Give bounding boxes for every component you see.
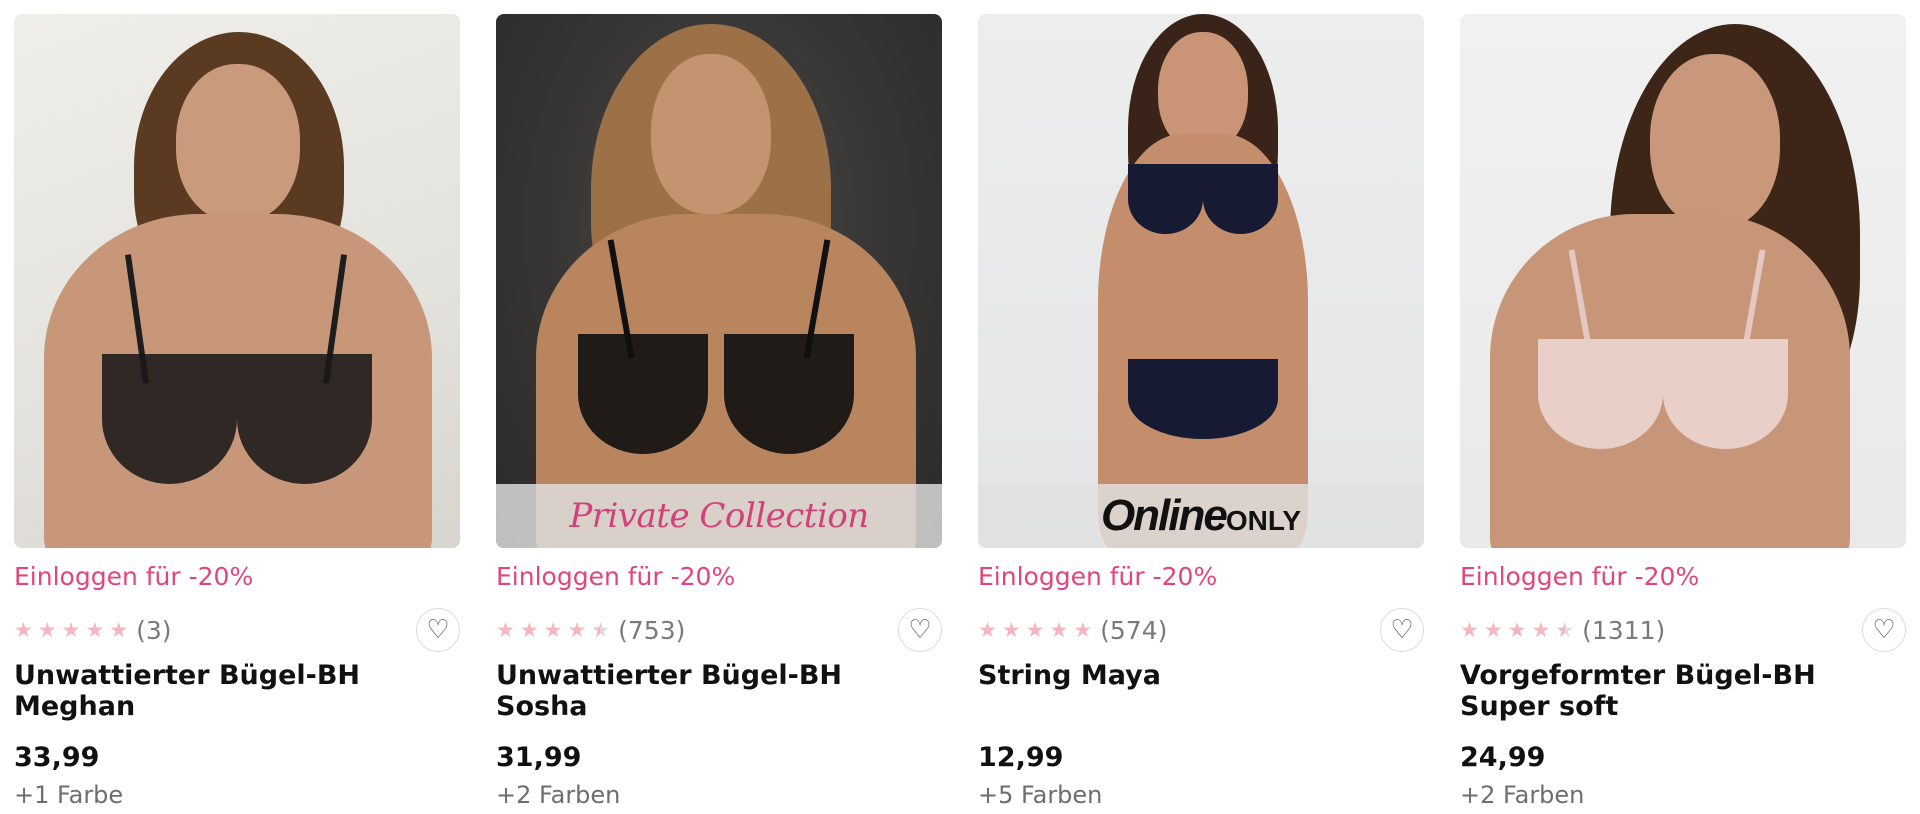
product-name[interactable]: String Maya: [978, 660, 1424, 730]
star-icon: ★: [1507, 617, 1527, 642]
login-promo-text[interactable]: Einloggen für -20%: [1460, 562, 1906, 596]
star-icon: ★: [14, 617, 33, 642]
product-price: 12,99: [978, 742, 1064, 773]
rating-row: ★ ★ ★ ★ ★ (753) ♡: [496, 608, 942, 652]
product-name[interactable]: Unwattierter Bügel-BH Meghan: [14, 660, 460, 730]
heart-outline-icon: ♡: [1390, 615, 1414, 645]
star-half-icon: ★: [1555, 617, 1575, 642]
heart-outline-icon: ♡: [426, 615, 450, 645]
product-image[interactable]: OnlineONLY: [978, 14, 1424, 548]
color-count[interactable]: +5 Farben: [978, 781, 1424, 809]
rating-row: ★ ★ ★ ★ ★ (574) ♡: [978, 608, 1424, 652]
color-count[interactable]: +2 Farben: [496, 781, 942, 809]
product-image[interactable]: Private Collection: [496, 14, 942, 548]
wishlist-button[interactable]: ♡: [1862, 608, 1906, 652]
product-card[interactable]: OnlineONLY Einloggen für -20% ★ ★ ★ ★ ★ …: [978, 14, 1424, 809]
badge-label: OnlineONLY: [1100, 491, 1302, 540]
wishlist-button[interactable]: ♡: [416, 608, 460, 652]
heart-outline-icon: ♡: [1872, 615, 1896, 645]
wishlist-button[interactable]: ♡: [1380, 608, 1424, 652]
rating-row: ★ ★ ★ ★ ★ (3) ♡: [14, 608, 460, 652]
wishlist-button[interactable]: ♡: [898, 608, 942, 652]
product-name[interactable]: Vorgeformter Bügel-BH Super soft: [1460, 660, 1906, 730]
star-icon: ★: [109, 617, 129, 642]
star-icon: ★: [519, 617, 539, 642]
star-icon: ★: [61, 617, 81, 642]
product-grid: Einloggen für -20% ★ ★ ★ ★ ★ (3) ♡ Unwat…: [0, 0, 1920, 814]
rating-stars: ★ ★ ★ ★ ★: [14, 617, 129, 642]
rating-stars: ★ ★ ★ ★ ★: [978, 617, 1093, 642]
rating-stars: ★ ★ ★ ★ ★: [1460, 617, 1575, 642]
star-icon: ★: [1073, 617, 1093, 642]
color-count[interactable]: +1 Farbe: [14, 781, 460, 809]
star-icon: ★: [1049, 617, 1069, 642]
review-count[interactable]: (3): [136, 616, 171, 645]
review-count[interactable]: (753): [618, 616, 685, 645]
login-promo-text[interactable]: Einloggen für -20%: [14, 562, 460, 596]
product-price: 33,99: [14, 742, 100, 773]
star-icon: ★: [85, 617, 105, 642]
review-count[interactable]: (574): [1100, 616, 1167, 645]
star-icon: ★: [978, 617, 997, 642]
product-card[interactable]: Private Collection Einloggen für -20% ★ …: [496, 14, 942, 809]
online-only-badge: OnlineONLY: [978, 484, 1424, 548]
rating-row: ★ ★ ★ ★ ★ (1311) ♡: [1460, 608, 1906, 652]
review-count[interactable]: (1311): [1582, 616, 1665, 645]
private-collection-badge: Private Collection: [496, 484, 942, 548]
star-icon: ★: [37, 617, 57, 642]
login-promo-text[interactable]: Einloggen für -20%: [496, 562, 942, 596]
star-icon: ★: [496, 617, 515, 642]
star-icon: ★: [1483, 617, 1503, 642]
star-half-icon: ★: [591, 617, 611, 642]
product-image[interactable]: [14, 14, 460, 548]
star-icon: ★: [1025, 617, 1045, 642]
product-name[interactable]: Unwattierter Bügel-BH Sosha: [496, 660, 942, 730]
product-card[interactable]: Einloggen für -20% ★ ★ ★ ★ ★ (1311) ♡ Vo…: [1460, 14, 1906, 809]
star-icon: ★: [1531, 617, 1551, 642]
product-price: 24,99: [1460, 742, 1546, 773]
product-image[interactable]: [1460, 14, 1906, 548]
color-count[interactable]: +2 Farben: [1460, 781, 1906, 809]
star-icon: ★: [567, 617, 587, 642]
login-promo-text[interactable]: Einloggen für -20%: [978, 562, 1424, 596]
rating-stars: ★ ★ ★ ★ ★: [496, 617, 611, 642]
star-icon: ★: [1460, 617, 1479, 642]
star-icon: ★: [1001, 617, 1021, 642]
product-price: 31,99: [496, 742, 582, 773]
badge-label: Private Collection: [569, 496, 869, 536]
product-card[interactable]: Einloggen für -20% ★ ★ ★ ★ ★ (3) ♡ Unwat…: [14, 14, 460, 809]
heart-outline-icon: ♡: [908, 615, 932, 645]
star-icon: ★: [543, 617, 563, 642]
